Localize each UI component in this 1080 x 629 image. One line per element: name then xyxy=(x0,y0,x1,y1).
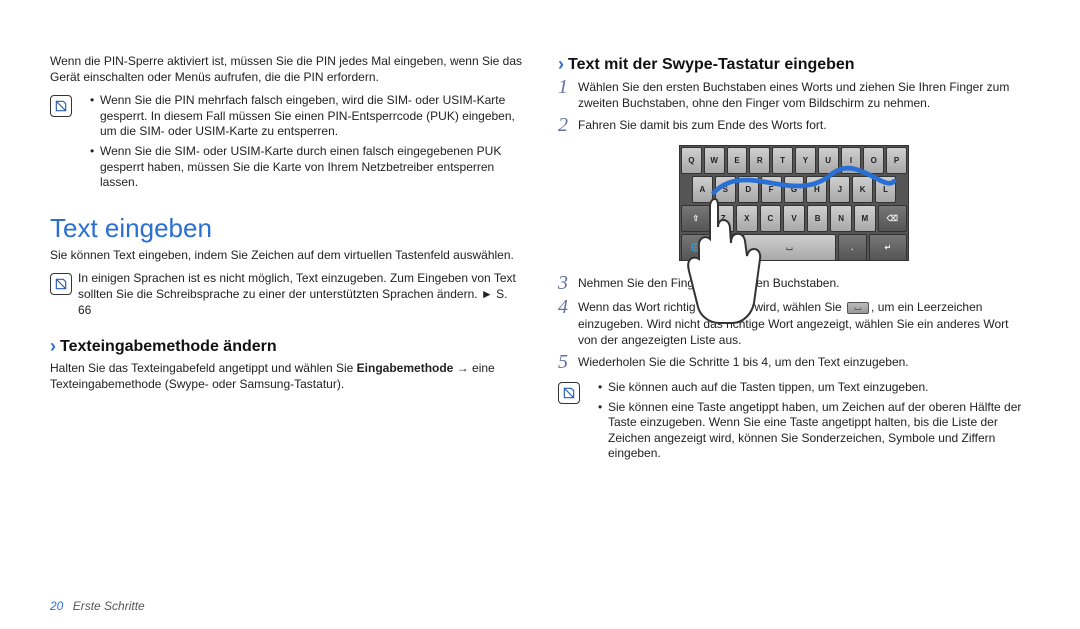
pin-note-item-1: Wenn Sie die PIN mehrfach falsch eingebe… xyxy=(90,93,522,140)
space-key-icon xyxy=(847,302,869,314)
note-icon xyxy=(558,382,580,404)
key-w: W xyxy=(704,147,725,174)
note-icon xyxy=(50,95,72,117)
swype-note-item-2: Sie können eine Taste angetippt haben, u… xyxy=(598,400,1030,462)
key-j: J xyxy=(829,176,850,203)
language-note-text: In einigen Sprachen ist es nicht möglich… xyxy=(78,271,522,318)
step-number: 4 xyxy=(558,297,578,317)
step-number: 5 xyxy=(558,352,578,372)
key-g: G xyxy=(784,176,805,203)
page-footer: 20 Erste Schritte xyxy=(50,599,145,613)
subsection-swype: › Text mit der Swype-Tastatur eingeben xyxy=(558,54,1030,75)
step-text: Wenn das Wort richtig angezeigt wird, wä… xyxy=(578,299,1030,348)
step-number: 3 xyxy=(558,273,578,293)
chevron-right-icon: › xyxy=(50,336,56,357)
backspace-key: ⌫ xyxy=(878,205,907,232)
swype-figure: QWERTYUIOP ASDFGHJKL ⇧ ZXCVBNM⌫ 🌐 ☻ ⌴ . … xyxy=(679,145,909,261)
swype-steps-continued: 3 Nehmen Sie den Finger vom letzten Buch… xyxy=(558,275,1030,372)
key-i: I xyxy=(841,147,862,174)
enter-key: ↵ xyxy=(869,234,907,261)
key-u: U xyxy=(818,147,839,174)
right-column: › Text mit der Swype-Tastatur eingeben 1… xyxy=(558,54,1030,478)
step-text: Nehmen Sie den Finger vom letzten Buchst… xyxy=(578,275,1030,291)
key-b: B xyxy=(807,205,829,232)
key-r: R xyxy=(749,147,770,174)
section-subtext: Sie können Text eingeben, indem Sie Zeic… xyxy=(50,248,522,264)
step-number: 1 xyxy=(558,77,578,97)
key-v: V xyxy=(783,205,805,232)
pin-intro-text: Wenn die PIN-Sperre aktiviert ist, müsse… xyxy=(50,54,522,85)
step-text: Fahren Sie damit bis zum Ende des Worts … xyxy=(578,117,1030,133)
change-input-body: Halten Sie das Texteingabefeld angetippt… xyxy=(50,361,522,392)
step-text: Wiederholen Sie die Schritte 1 bis 4, um… xyxy=(578,354,1030,370)
key-h: H xyxy=(806,176,827,203)
hand-icon xyxy=(665,189,775,329)
subsection-swype-label: Text mit der Swype-Tastatur eingeben xyxy=(568,56,855,74)
key-k: K xyxy=(852,176,873,203)
chevron-right-icon: › xyxy=(558,54,564,75)
key-n: N xyxy=(830,205,852,232)
key-q: Q xyxy=(681,147,702,174)
subsection-change-input-label: Texteingabemethode ändern xyxy=(60,338,277,356)
key-t: T xyxy=(772,147,793,174)
footer-section: Erste Schritte xyxy=(73,599,145,613)
section-heading-text-eingeben: Text eingeben xyxy=(50,213,522,244)
key-e: E xyxy=(727,147,748,174)
subsection-change-input: › Texteingabemethode ändern xyxy=(50,336,522,357)
key-y: Y xyxy=(795,147,816,174)
left-column: Wenn die PIN-Sperre aktiviert ist, müsse… xyxy=(50,54,522,478)
dot-key: . xyxy=(838,234,867,261)
pin-note-item-2: Wenn Sie die SIM- oder USIM-Karte durch … xyxy=(90,144,522,191)
key-p: P xyxy=(886,147,907,174)
note-icon xyxy=(50,273,72,295)
pin-note: Wenn Sie die PIN mehrfach falsch eingebe… xyxy=(50,93,522,195)
page-number: 20 xyxy=(50,599,63,613)
swype-steps: 1 Wählen Sie den ersten Buchstaben eines… xyxy=(558,79,1030,135)
language-note: In einigen Sprachen ist es nicht möglich… xyxy=(50,271,522,318)
swype-note: Sie können auch auf die Tasten tippen, u… xyxy=(558,380,1030,466)
key-o: O xyxy=(863,147,884,174)
key-l: L xyxy=(875,176,896,203)
step-number: 2 xyxy=(558,115,578,135)
key-m: M xyxy=(854,205,876,232)
step-text: Wählen Sie den ersten Buchstaben eines W… xyxy=(578,79,1030,111)
swype-note-item-1: Sie können auch auf die Tasten tippen, u… xyxy=(598,380,1030,396)
